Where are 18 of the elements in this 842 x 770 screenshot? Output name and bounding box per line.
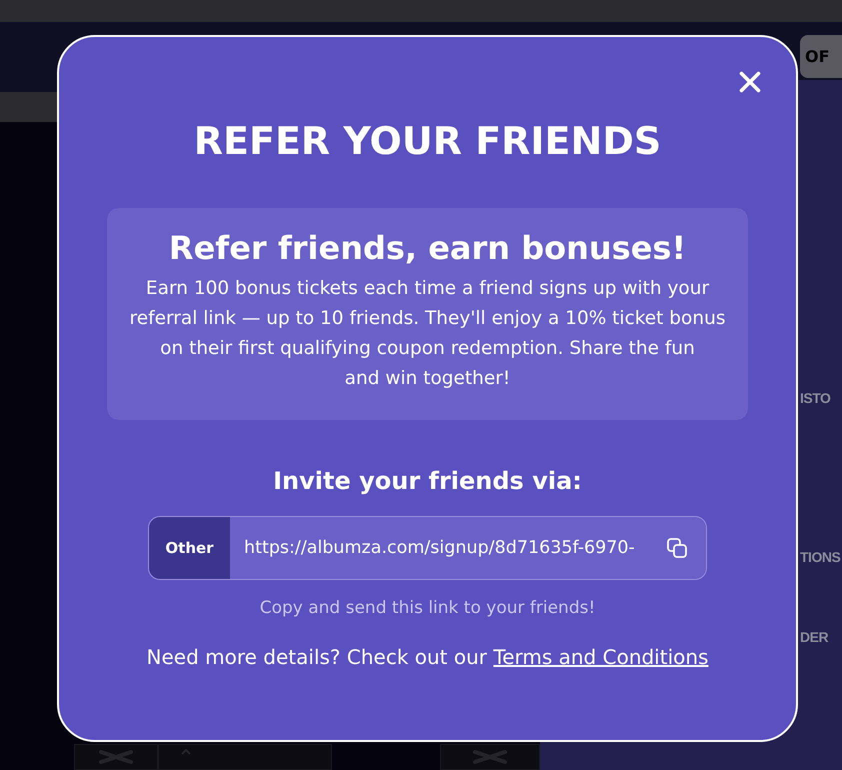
terms-note: Need more details? Check out our Terms and Conditions: [146, 645, 708, 669]
cross-icon: [472, 750, 508, 764]
channel-label: Other: [149, 517, 230, 579]
cross-icon: [98, 750, 134, 764]
close-icon: [739, 71, 761, 93]
menu-item[interactable]: DER: [800, 627, 828, 647]
modal-title: REFER YOUR FRIENDS: [194, 120, 662, 162]
menu-item[interactable]: ISTO: [800, 388, 830, 408]
tab-button[interactable]: OF: [800, 35, 842, 78]
copy-icon: [667, 538, 687, 558]
info-text: Earn 100 bonus tickets each time a friend signs up with your referral link — up to 10 friends. They'll enjoy a 10% ticket bonus on their first qualifying coupon redemption. Share the fun and win together!: [128, 277, 726, 391]
invite-heading: Invite your friends via:: [273, 466, 582, 497]
info-heading: Refer friends, earn bonuses!: [168, 228, 688, 268]
hint-text: Copy and send this link to your friends!: [260, 598, 596, 618]
chevron-icon: [181, 749, 191, 755]
terms-link[interactable]: Terms and Conditions: [493, 645, 708, 669]
menu-item[interactable]: TIONS: [800, 547, 840, 567]
close-button[interactable]: [739, 71, 761, 93]
